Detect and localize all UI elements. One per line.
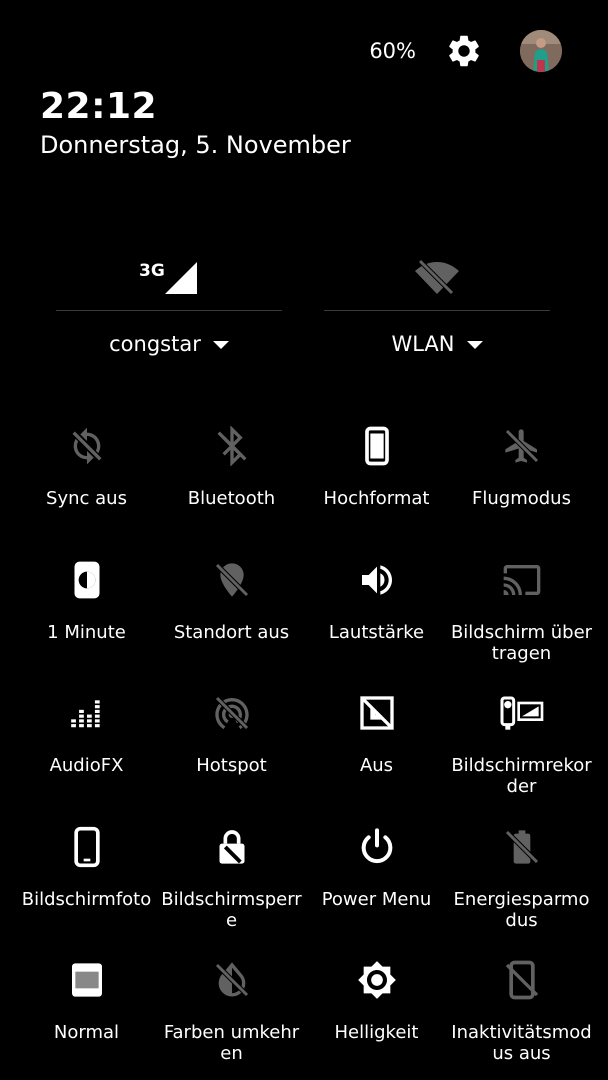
- lock-icon: [208, 819, 256, 875]
- tile-label: Normal: [53, 1022, 120, 1043]
- tile-audiofx[interactable]: AudioFX: [14, 685, 159, 819]
- tile-label: Power Menu: [321, 888, 432, 910]
- clock[interactable]: 22:12: [40, 86, 157, 127]
- tile-screen-lock[interactable]: Bildschirmsperre: [159, 819, 304, 953]
- tile-sync[interactable]: Sync aus: [14, 418, 159, 552]
- tile-label: Hochformat: [323, 488, 430, 509]
- tile-rotation[interactable]: Hochformat: [304, 418, 449, 552]
- tile-screen-timeout[interactable]: 1 Minute: [14, 552, 159, 686]
- location-off-icon: [208, 552, 256, 608]
- tile-label: Energiesparmodus: [453, 888, 590, 931]
- tile-power-menu[interactable]: Power Menu: [304, 819, 449, 953]
- portrait-icon: [353, 418, 401, 474]
- tile-label: Lautstärke: [328, 621, 425, 643]
- ambient-display-off-icon: [353, 685, 401, 741]
- tile-screen-recorder[interactable]: Bildschirmrekorder: [449, 685, 594, 819]
- screen-recorder-icon: [498, 685, 546, 741]
- carrier-dropdown[interactable]: congstar: [56, 332, 282, 356]
- signal-icon: 3G: [56, 248, 282, 304]
- user-avatar[interactable]: [520, 30, 562, 72]
- tile-label: Bildschirmrekorder: [451, 755, 592, 797]
- tile-label: Hotspot: [196, 755, 267, 776]
- tile-label: Sync aus: [46, 488, 127, 509]
- power-icon: [353, 819, 401, 875]
- battery-saver-off-icon: [498, 819, 546, 875]
- tile-cast[interactable]: Bildschirm übertragen: [449, 552, 594, 686]
- wifi-tile[interactable]: WLAN: [324, 240, 550, 370]
- tile-label: Flugmodus: [472, 488, 571, 509]
- tile-hotspot[interactable]: Hotspot: [159, 685, 304, 819]
- tile-label: Bluetooth: [187, 488, 276, 509]
- tile-label: Bildschirm übertragen: [450, 621, 593, 664]
- tile-label: Inaktivitätsmodus aus: [451, 1022, 592, 1064]
- equalizer-icon: [63, 685, 111, 741]
- tile-label: Farben umkehren: [163, 1022, 300, 1064]
- carrier-label: congstar: [109, 332, 201, 356]
- divider: [56, 310, 282, 311]
- date[interactable]: Donnerstag, 5. November: [40, 131, 351, 159]
- wifi-label: WLAN: [391, 332, 455, 356]
- tile-label: Bildschirmfoto: [21, 888, 152, 910]
- avatar-photo: [520, 30, 562, 72]
- quick-tiles-grid: Sync aus Bluetooth Hochformat Flugmodus …: [14, 418, 594, 1080]
- chevron-down-icon: [212, 341, 229, 349]
- status-row: 60%: [369, 26, 562, 76]
- tile-volume[interactable]: Lautstärke: [304, 552, 449, 686]
- tile-label: Aus: [359, 755, 394, 776]
- quick-settings-panel: 60% 22:12 Donnerstag, 5. November 3G con…: [0, 0, 608, 1080]
- wifi-off-icon: [324, 248, 550, 304]
- tile-bluetooth[interactable]: Bluetooth: [159, 418, 304, 552]
- battery-percentage: 60%: [369, 39, 416, 63]
- tile-label: AudioFX: [49, 755, 124, 776]
- gear-icon: [449, 35, 479, 67]
- cast-icon: [498, 552, 546, 608]
- sync-off-icon: [63, 418, 111, 474]
- volume-icon: [353, 552, 401, 608]
- tile-brightness[interactable]: Helligkeit: [304, 952, 449, 1080]
- inactivity-off-icon: [498, 952, 546, 1008]
- tile-ambient-display[interactable]: Aus: [304, 685, 449, 819]
- hotspot-off-icon: [208, 685, 256, 741]
- display-mode-icon: [63, 952, 111, 1008]
- tile-label: 1 Minute: [47, 621, 126, 643]
- tile-location[interactable]: Standort aus: [159, 552, 304, 686]
- tile-label: Bildschirmsperre: [161, 888, 302, 931]
- tile-invert-colors[interactable]: Farben umkehren: [159, 952, 304, 1080]
- tile-label: Standort aus: [173, 621, 290, 643]
- mobile-data-tile[interactable]: 3G congstar: [56, 240, 282, 370]
- airplane-off-icon: [498, 418, 546, 474]
- tile-inactivity-mode[interactable]: Inaktivitätsmodus aus: [449, 952, 594, 1080]
- wifi-dropdown[interactable]: WLAN: [324, 332, 550, 356]
- network-type-badge: 3G: [139, 261, 165, 281]
- tile-label: Helligkeit: [334, 1022, 419, 1043]
- tile-display-mode[interactable]: Normal: [14, 952, 159, 1080]
- tile-screenshot[interactable]: Bildschirmfoto: [14, 819, 159, 953]
- settings-button[interactable]: [444, 31, 484, 71]
- invert-colors-off-icon: [208, 952, 256, 1008]
- divider: [324, 310, 550, 311]
- tile-battery-saver[interactable]: Energiesparmodus: [449, 819, 594, 953]
- bluetooth-off-icon: [208, 418, 256, 474]
- tile-airplane[interactable]: Flugmodus: [449, 418, 594, 552]
- screenshot-icon: [63, 819, 111, 875]
- brightness-icon: [353, 952, 401, 1008]
- screen-timeout-icon: [63, 552, 111, 608]
- chevron-down-icon: [466, 341, 483, 349]
